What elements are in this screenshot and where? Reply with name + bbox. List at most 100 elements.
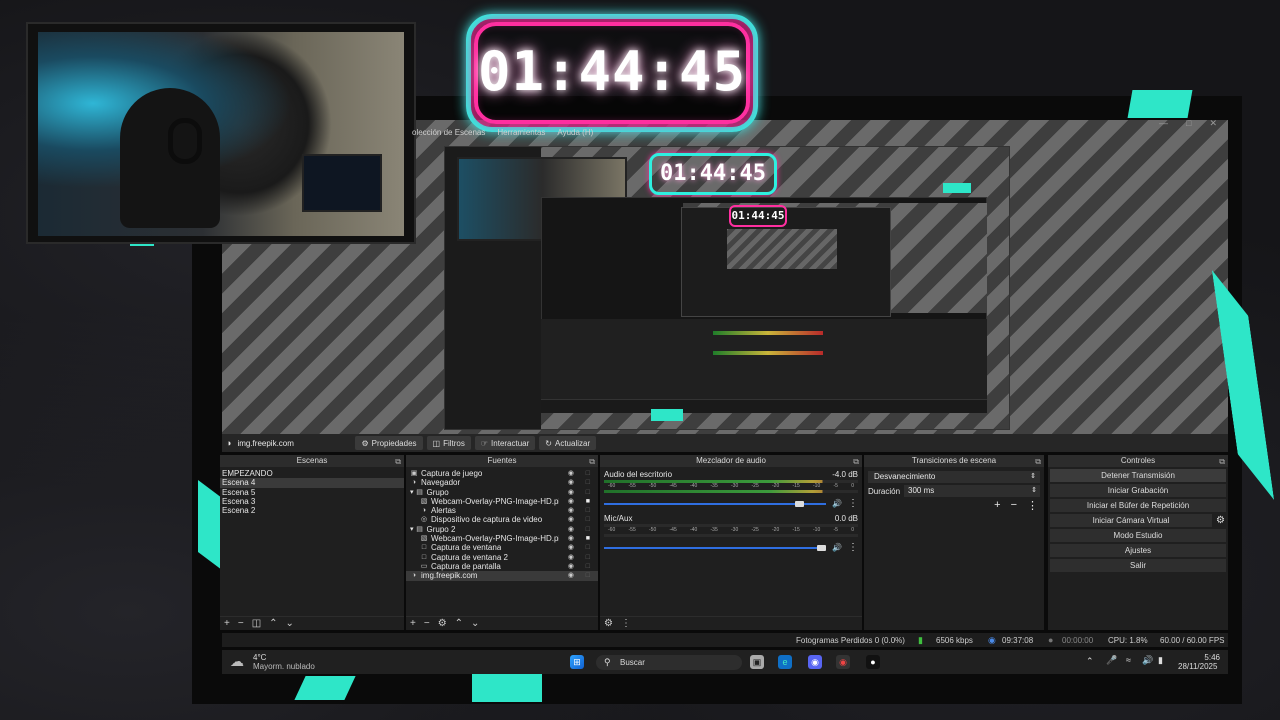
source-item[interactable]: ◑ Navegador ◉ □ — [406, 478, 598, 487]
add-icon[interactable]: + — [410, 618, 416, 629]
add-icon[interactable]: + — [994, 499, 1000, 512]
minimize-icon[interactable]: — — [1159, 118, 1168, 130]
menu-item-tools[interactable]: Herramientas — [497, 128, 545, 142]
obs-icon[interactable]: ● — [866, 655, 880, 669]
visibility-eye-icon[interactable]: ◉ — [568, 543, 574, 552]
windows-start-icon[interactable]: ⊞ — [570, 655, 584, 669]
obs-preview[interactable]: 01:44:45 01:44:45 — [444, 146, 1010, 430]
close-icon[interactable]: ✕ — [1209, 118, 1217, 130]
menu-dots-icon[interactable]: ⋮ — [848, 542, 858, 553]
move-down-icon[interactable]: ⌄ — [471, 618, 479, 629]
slider-handle[interactable] — [817, 544, 827, 551]
gear-icon[interactable]: ⚙ — [1216, 514, 1225, 527]
duration-input[interactable]: 300 ms ⇕ — [904, 485, 1040, 497]
popout-icon[interactable]: ⧉ — [1219, 456, 1225, 468]
lock-icon[interactable]: □ — [586, 553, 590, 562]
mic-icon[interactable]: 🎤 — [1106, 655, 1117, 666]
move-up-icon[interactable]: ⌃ — [269, 618, 277, 629]
scene-item[interactable]: EMPEZANDO — [220, 469, 404, 478]
control-button[interactable]: Modo Estudio — [1050, 529, 1226, 542]
transition-select[interactable]: Desvanecimiento ⇕ — [868, 471, 1040, 483]
source-item[interactable]: □ Captura de ventana ◉ □ — [406, 543, 598, 552]
refresh-button[interactable]: ↻ Actualizar — [539, 436, 597, 450]
visibility-eye-icon[interactable]: ◉ — [568, 515, 574, 524]
control-button[interactable]: Ajustes — [1050, 544, 1226, 557]
gear-icon[interactable]: ⚙ — [438, 618, 447, 629]
lock-icon[interactable]: ■ — [586, 534, 590, 543]
task-view-icon[interactable]: ▣ — [750, 655, 764, 669]
popout-icon[interactable]: ⧉ — [1035, 456, 1041, 468]
source-item[interactable]: ▧ Webcam-Overlay-PNG-Image-HD.pi ◉ ■ — [406, 534, 598, 543]
source-item[interactable]: ▾ ▤ Grupo 2 ◉ □ — [406, 525, 598, 534]
lock-icon[interactable]: □ — [586, 525, 590, 534]
volume-slider[interactable] — [604, 544, 827, 551]
scene-item[interactable]: Escena 2 — [220, 506, 404, 515]
remove-icon[interactable]: − — [1011, 499, 1017, 512]
menu-dots-icon[interactable]: ⋮ — [1027, 499, 1038, 512]
add-icon[interactable]: + — [224, 618, 230, 629]
wifi-icon[interactable]: ≈ — [1126, 655, 1131, 665]
remove-icon[interactable]: − — [238, 618, 244, 629]
app-icon[interactable]: ◉ — [836, 655, 850, 669]
control-button[interactable]: Iniciar Cámara Virtual ⚙ — [1050, 514, 1225, 527]
visibility-eye-icon[interactable]: ◉ — [568, 534, 574, 543]
lock-icon[interactable]: □ — [586, 469, 590, 478]
lock-icon[interactable]: □ — [586, 515, 590, 524]
spin-icon[interactable]: ⇕ — [1031, 485, 1037, 497]
move-down-icon[interactable]: ⌄ — [286, 618, 294, 629]
source-item[interactable]: ▾ ▤ Grupo ◉ □ — [406, 488, 598, 497]
menu-dots-icon[interactable]: ⋮ — [848, 498, 858, 509]
menu-item-help[interactable]: Ayuda (H) — [557, 128, 593, 142]
visibility-eye-icon[interactable]: ◉ — [568, 553, 574, 562]
volume-slider[interactable] — [604, 500, 827, 507]
edge-icon[interactable]: e — [778, 655, 792, 669]
scene-item[interactable]: Escena 5 — [220, 488, 404, 497]
move-up-icon[interactable]: ⌃ — [455, 618, 463, 629]
mute-speaker-icon[interactable]: 🔊 — [832, 543, 842, 552]
menu-item-scene-collection[interactable]: olección de Escenas — [412, 128, 485, 142]
lock-icon[interactable]: □ — [586, 562, 590, 571]
scene-item[interactable]: Escena 3 — [220, 497, 404, 506]
lock-icon[interactable]: ■ — [586, 497, 590, 506]
discord-icon[interactable]: ◉ — [808, 655, 822, 669]
control-button[interactable]: Salir — [1050, 559, 1226, 572]
visibility-eye-icon[interactable]: ◉ — [568, 488, 574, 497]
source-item[interactable]: ▭ Captura de pantalla ◉ □ — [406, 562, 598, 571]
interact-button[interactable]: ☞ Interactuar — [474, 436, 536, 450]
weather-icon[interactable]: ☁ — [230, 653, 244, 670]
visibility-eye-icon[interactable]: ◉ — [568, 571, 574, 580]
source-item[interactable]: □ Captura de ventana 2 ◉ □ — [406, 553, 598, 562]
menu-dots-icon[interactable]: ⋮ — [621, 618, 631, 629]
lock-icon[interactable]: □ — [586, 506, 590, 515]
popout-icon[interactable]: ⧉ — [589, 456, 595, 468]
visibility-eye-icon[interactable]: ◉ — [568, 562, 574, 571]
source-item[interactable]: ◑ img.freepik.com ◉ □ — [406, 571, 598, 581]
source-item[interactable]: ▣ Captura de juego ◉ □ — [406, 469, 598, 478]
lock-icon[interactable]: □ — [586, 488, 590, 497]
mute-speaker-icon[interactable]: 🔊 — [832, 499, 842, 508]
visibility-eye-icon[interactable]: ◉ — [568, 478, 574, 487]
source-item[interactable]: ◑ Alertas ◉ □ — [406, 506, 598, 515]
tray-chevron-icon[interactable]: ⌃ — [1086, 656, 1094, 667]
lock-icon[interactable]: □ — [586, 543, 590, 552]
control-button[interactable]: Detener Transmisión — [1050, 469, 1226, 482]
lock-icon[interactable]: □ — [586, 478, 590, 487]
filters-icon[interactable]: ◫ — [252, 618, 261, 629]
visibility-eye-icon[interactable]: ◉ — [568, 497, 574, 506]
visibility-eye-icon[interactable]: ◉ — [568, 525, 574, 534]
source-item[interactable]: ▧ Webcam-Overlay-PNG-Image-HD.pi ◉ ■ — [406, 497, 598, 506]
properties-button[interactable]: ⚙ Propiedades — [355, 436, 423, 450]
taskbar-search[interactable]: ⚲ Buscar — [596, 655, 742, 670]
visibility-eye-icon[interactable]: ◉ — [568, 469, 574, 478]
advanced-audio-icon[interactable]: ⚙ — [604, 618, 613, 629]
control-button[interactable]: Iniciar Grabación — [1050, 484, 1226, 497]
slider-handle[interactable] — [794, 500, 804, 507]
remove-icon[interactable]: − — [424, 618, 430, 629]
expand-chevron-icon[interactable]: ▾ — [410, 525, 414, 534]
maximize-icon[interactable]: □ — [1186, 118, 1191, 130]
expand-chevron-icon[interactable]: ▾ — [410, 488, 414, 497]
volume-icon[interactable]: 🔊 — [1142, 655, 1153, 666]
filters-button[interactable]: ◫ Filtros — [426, 436, 471, 450]
visibility-eye-icon[interactable]: ◉ — [568, 506, 574, 515]
control-button[interactable]: Iniciar el Búfer de Repetición — [1050, 499, 1226, 512]
